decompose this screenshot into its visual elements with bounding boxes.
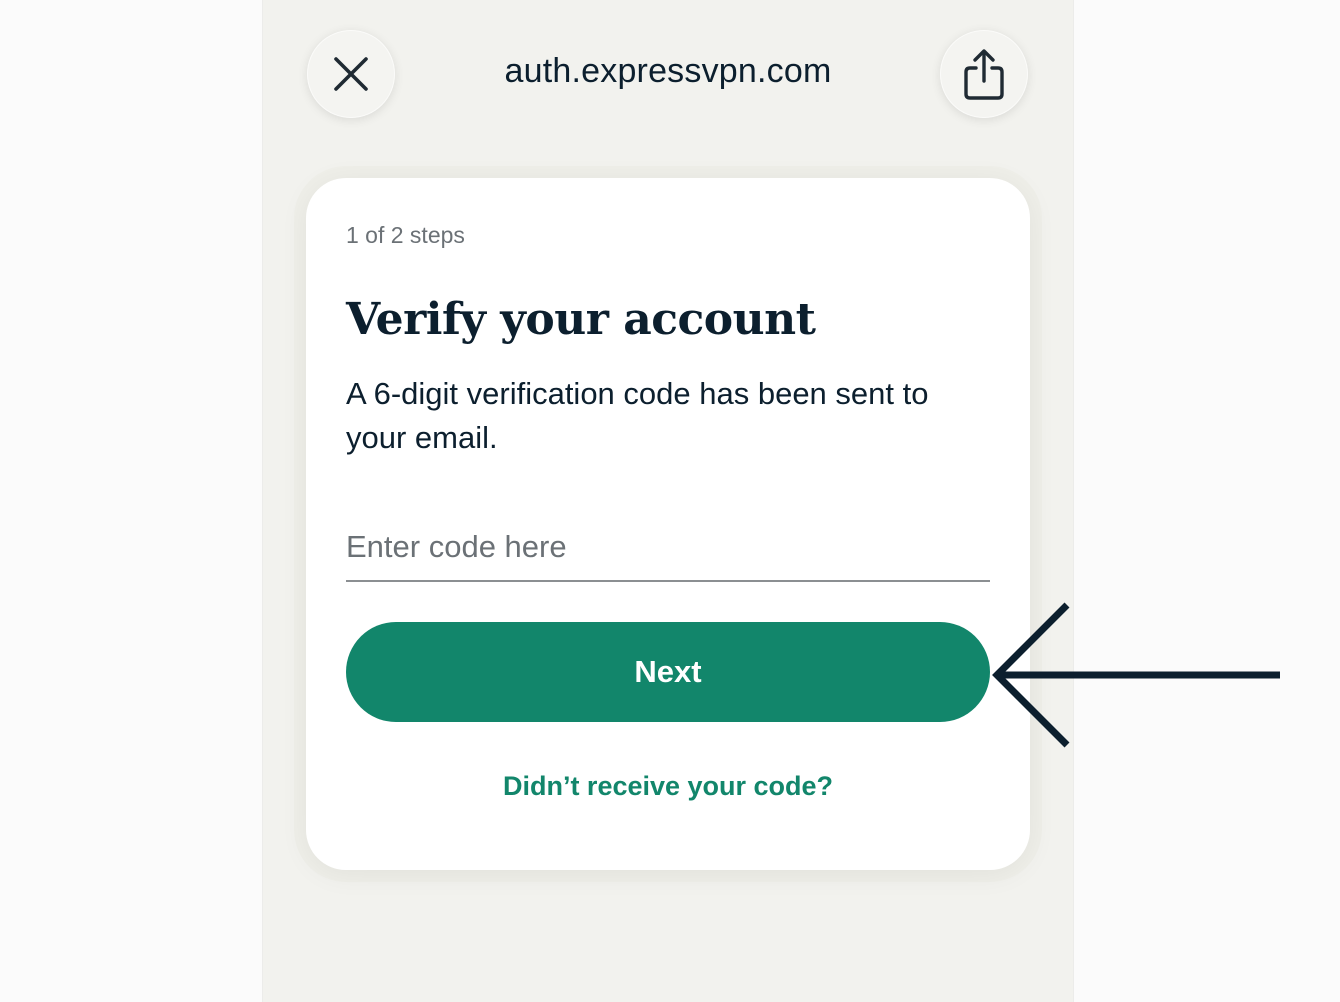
share-icon [964, 49, 1004, 100]
verify-account-card: 1 of 2 steps Verify your account A 6-dig… [306, 178, 1030, 870]
resend-code-link[interactable]: Didn’t receive your code? [306, 771, 1030, 802]
verification-code-input[interactable] [346, 514, 990, 582]
verification-description: A 6-digit verification code has been sen… [346, 376, 929, 455]
step-indicator: 1 of 2 steps [346, 222, 465, 248]
arrow-left-icon [992, 602, 1280, 748]
share-button[interactable] [940, 30, 1028, 118]
next-button[interactable]: Next [346, 622, 990, 722]
close-icon [334, 57, 368, 91]
page-title: Verify your account [346, 294, 816, 345]
phone-screen: auth.expressvpn.com 1 of 2 steps Verify … [263, 0, 1073, 1002]
address-bar-url[interactable]: auth.expressvpn.com [413, 52, 923, 91]
close-button[interactable] [307, 30, 395, 118]
